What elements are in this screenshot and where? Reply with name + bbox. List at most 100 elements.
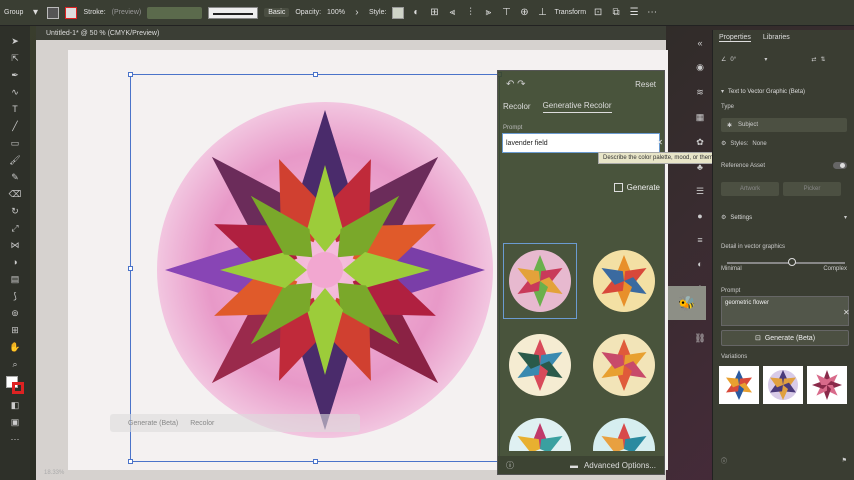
- chevron-down-icon[interactable]: ▾: [844, 214, 847, 221]
- paintbrush-tool-icon[interactable]: 🖌: [5, 155, 25, 166]
- variation-thumb[interactable]: [763, 366, 803, 404]
- type-select[interactable]: ✱ Subject: [721, 118, 847, 132]
- reference-asset-thumb[interactable]: 🐝: [668, 286, 706, 320]
- undo-redo-icon[interactable]: ↶ ↷: [506, 79, 526, 90]
- tab-generative-recolor[interactable]: Generative Recolor: [542, 101, 612, 113]
- flip-horizontal-icon[interactable]: ⇄: [811, 56, 816, 63]
- swatches-icon[interactable]: ▦: [696, 112, 705, 123]
- symbols-icon[interactable]: ♣: [697, 162, 703, 172]
- chevron-down-icon[interactable]: ▾: [721, 88, 724, 95]
- blend-tool-icon[interactable]: ⊚: [5, 308, 25, 319]
- reset-button[interactable]: Reset: [635, 80, 656, 89]
- variation-thumb[interactable]: [503, 327, 577, 403]
- variation-thumb[interactable]: [587, 243, 661, 319]
- align-right-icon[interactable]: ⫸: [482, 7, 494, 18]
- shape-builder-tool-icon[interactable]: ◑: [5, 257, 25, 268]
- align-panel-icon[interactable]: ☰: [696, 186, 704, 197]
- brush-definition[interactable]: [208, 6, 259, 19]
- reference-asset-toggle[interactable]: [833, 162, 847, 169]
- align-middle-icon[interactable]: ⊕: [518, 7, 530, 18]
- variable-width-profile[interactable]: [147, 6, 203, 19]
- brush-style-select[interactable]: Basic: [264, 8, 290, 17]
- color-icon[interactable]: ●: [697, 211, 702, 221]
- brushes-icon[interactable]: ✿: [696, 137, 704, 148]
- detail-slider-knob[interactable]: [787, 258, 796, 266]
- variation-thumb[interactable]: [587, 411, 661, 451]
- align-left-icon[interactable]: ⫷: [446, 7, 458, 18]
- stroke-swatch-icon[interactable]: [12, 382, 24, 394]
- transparency-icon[interactable]: ◐: [697, 259, 702, 269]
- links-icon[interactable]: ⛓: [694, 333, 705, 344]
- library-icon[interactable]: ▬: [570, 461, 578, 470]
- stroke-swatch[interactable]: [65, 6, 78, 19]
- hand-tool-icon[interactable]: ✋: [5, 342, 25, 353]
- align-top-icon[interactable]: ⊤: [500, 7, 512, 18]
- gradient-tool-icon[interactable]: ▤: [5, 274, 25, 285]
- document-tab[interactable]: Untitled-1* @ 50 % (CMYK/Preview): [36, 26, 666, 40]
- selection-bounding-box[interactable]: [128, 72, 502, 464]
- isolate-icon[interactable]: ⊡: [592, 7, 604, 18]
- stroke-panel-icon[interactable]: ≡: [697, 235, 702, 245]
- chevron-down-icon[interactable]: ▾: [29, 7, 41, 18]
- clear-icon[interactable]: ✕: [656, 138, 663, 147]
- variation-thumb[interactable]: [719, 366, 759, 404]
- close-icon[interactable]: ✕: [843, 308, 850, 317]
- stroke-label[interactable]: Stroke:: [83, 9, 105, 16]
- properties-icon[interactable]: ◉: [696, 62, 704, 73]
- settings-label[interactable]: Settings: [730, 215, 752, 221]
- context-recolor-button[interactable]: Recolor: [190, 420, 214, 427]
- selection-tool-icon[interactable]: ➤: [5, 36, 25, 47]
- generate-button[interactable]: Generate: [613, 179, 660, 195]
- detail-slider[interactable]: [727, 258, 845, 266]
- transform-label[interactable]: Transform: [554, 9, 586, 16]
- menu-icon[interactable]: ☰: [628, 7, 640, 18]
- graphic-style-swatch[interactable]: [392, 6, 405, 19]
- variation-thumb[interactable]: [503, 411, 577, 451]
- more-icon[interactable]: ⋯: [646, 7, 658, 18]
- screen-mode-icon[interactable]: ▣: [5, 417, 25, 428]
- artboard-tool-icon[interactable]: ⊞: [5, 325, 25, 336]
- picker-button[interactable]: Picker: [783, 182, 841, 196]
- context-generate-button[interactable]: Generate (Beta): [128, 420, 178, 427]
- tab-recolor[interactable]: Recolor: [503, 102, 531, 113]
- style-label[interactable]: Style:: [369, 9, 387, 16]
- align-bottom-icon[interactable]: ⊥: [536, 7, 548, 18]
- prompt-input[interactable]: lavender field ✕: [502, 133, 663, 153]
- fill-swatch[interactable]: [47, 6, 60, 19]
- flip-vertical-icon[interactable]: ⇅: [820, 56, 825, 63]
- artwork-button[interactable]: Artwork: [721, 182, 779, 196]
- direct-selection-tool-icon[interactable]: ⇱: [5, 53, 25, 64]
- scale-tool-icon[interactable]: ⤢: [5, 223, 25, 234]
- zoom-tool-icon[interactable]: ⌕: [5, 359, 25, 370]
- layers-icon[interactable]: ≋: [696, 87, 704, 98]
- curvature-tool-icon[interactable]: ∿: [5, 87, 25, 98]
- resize-handle[interactable]: [128, 72, 133, 77]
- align-icon[interactable]: ⊞: [428, 7, 440, 18]
- variation-thumb[interactable]: [807, 366, 847, 404]
- collapse-arrows-icon[interactable]: «: [697, 38, 702, 48]
- pen-tool-icon[interactable]: ✒: [5, 70, 25, 81]
- align-center-icon[interactable]: ⫶: [464, 7, 476, 18]
- rectangle-tool-icon[interactable]: ▭: [5, 138, 25, 149]
- styles-value[interactable]: None: [752, 141, 766, 147]
- line-tool-icon[interactable]: ╱: [5, 121, 25, 132]
- resize-handle[interactable]: [313, 72, 318, 77]
- tab-properties[interactable]: Properties: [719, 34, 751, 42]
- opacity-label[interactable]: Opacity:: [295, 9, 321, 16]
- info-icon[interactable]: ⓘ: [506, 460, 514, 471]
- fill-stroke-control[interactable]: [6, 376, 24, 394]
- arrange-icon[interactable]: ⧉: [610, 7, 622, 18]
- chevron-right-icon[interactable]: ›: [351, 7, 363, 18]
- pencil-tool-icon[interactable]: ✎: [5, 172, 25, 183]
- type-tool-icon[interactable]: T: [5, 104, 25, 115]
- info-icon[interactable]: ⓘ: [721, 456, 727, 465]
- eraser-tool-icon[interactable]: ⌫: [5, 189, 25, 200]
- advanced-options-link[interactable]: Advanced Options...: [584, 461, 656, 470]
- drawing-modes-icon[interactable]: ◧: [5, 400, 25, 411]
- eyedropper-tool-icon[interactable]: ⟆: [5, 291, 25, 302]
- resize-handle[interactable]: [313, 459, 318, 464]
- opacity-value[interactable]: 100%: [327, 9, 345, 16]
- zoom-level[interactable]: 18.33%: [44, 470, 64, 476]
- generate-beta-button[interactable]: ⊡ Generate (Beta): [721, 330, 849, 346]
- recolor-icon[interactable]: ◐: [410, 7, 422, 18]
